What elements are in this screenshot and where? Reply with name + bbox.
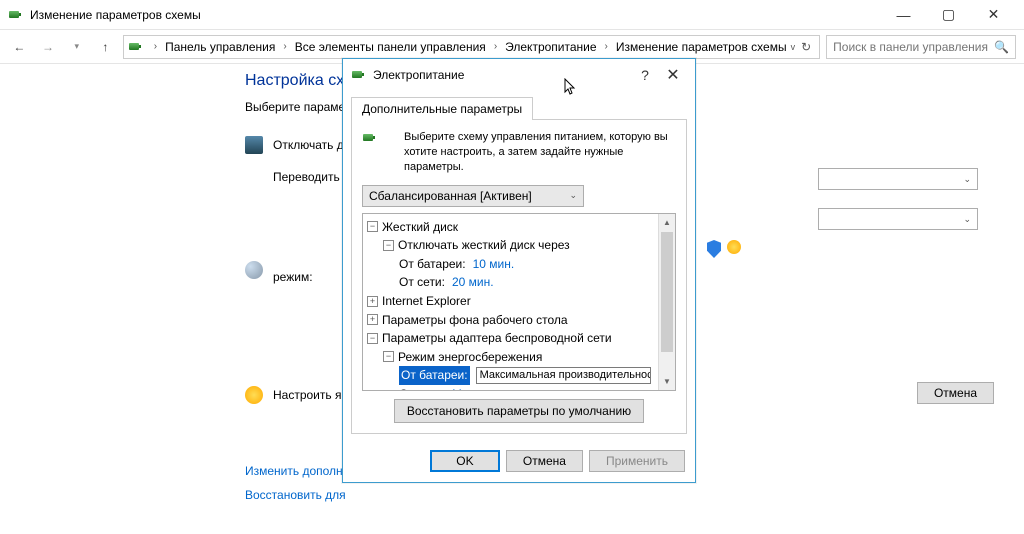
breadcrumb-icon: [128, 39, 144, 55]
search-box[interactable]: 🔍: [826, 35, 1016, 59]
power-mode-dropdown[interactable]: Максимальная производительнос⌄: [476, 367, 651, 384]
collapse-icon[interactable]: −: [383, 240, 394, 251]
nav-up-button[interactable]: ↑: [94, 35, 117, 59]
scheme-value: Сбалансированная [Активен]: [369, 189, 532, 203]
chevron-right-icon: ›: [490, 41, 501, 52]
tree-node[interactable]: Режим энергосбережения: [398, 348, 542, 367]
cancel-button[interactable]: Отмена: [917, 382, 994, 404]
scroll-up-icon[interactable]: ▲: [659, 214, 675, 231]
tree-node[interactable]: Internet Explorer: [382, 292, 471, 311]
dialog-description: Выберите схему управления питанием, кото…: [404, 130, 676, 175]
tree-leaf-value[interactable]: 20 мин.: [452, 273, 494, 292]
search-icon[interactable]: 🔍: [994, 40, 1009, 54]
nav-recent-button[interactable]: ▾: [65, 35, 88, 59]
breadcrumb-item[interactable]: Изменение параметров схемы: [614, 40, 789, 54]
scroll-down-icon[interactable]: ▼: [659, 373, 675, 390]
nav-back-button[interactable]: ←: [8, 35, 31, 59]
row-label: режим:: [273, 270, 348, 370]
dialog-icon: [351, 67, 367, 83]
collapse-icon[interactable]: −: [367, 221, 378, 232]
dialog-cancel-button[interactable]: Отмена: [506, 450, 583, 472]
refresh-icon[interactable]: ↻: [801, 40, 811, 54]
restore-defaults-button[interactable]: Восстановить параметры по умолчанию: [394, 399, 644, 423]
settings-tree[interactable]: −Жесткий диск −Отключать жесткий диск че…: [363, 214, 675, 391]
minimize-button[interactable]: —: [881, 0, 926, 30]
expand-icon[interactable]: +: [367, 296, 378, 307]
chevron-right-icon: ›: [279, 41, 290, 52]
chevron-right-icon: ›: [150, 41, 161, 52]
display-timeout-dropdown[interactable]: ⌄: [818, 168, 978, 190]
collapse-icon[interactable]: −: [383, 351, 394, 362]
brightness-icon: [245, 386, 263, 404]
scheme-dropdown[interactable]: Сбалансированная [Активен] ⌄: [362, 185, 584, 207]
nav-forward-button[interactable]: →: [37, 35, 60, 59]
expand-icon[interactable]: +: [367, 314, 378, 325]
tree-leaf-label: От батареи:: [399, 255, 466, 274]
restore-defaults-link[interactable]: Восстановить для: [245, 488, 1008, 502]
tree-leaf-label-selected[interactable]: От батареи:: [399, 366, 470, 385]
scroll-thumb[interactable]: [661, 232, 673, 352]
search-input[interactable]: [833, 40, 994, 54]
tree-scrollbar[interactable]: ▲ ▼: [658, 214, 675, 390]
app-icon: [8, 7, 24, 23]
breadcrumb[interactable]: › Панель управления › Все элементы панел…: [123, 35, 820, 59]
breadcrumb-item[interactable]: Панель управления: [163, 40, 277, 54]
tree-node[interactable]: Отключать жесткий диск через: [398, 236, 570, 255]
tab-advanced[interactable]: Дополнительные параметры: [351, 97, 533, 120]
display-icon: [245, 136, 263, 154]
tree-node[interactable]: Параметры фона рабочего стола: [382, 311, 568, 330]
row-label: Переводить к: [273, 170, 348, 270]
close-button[interactable]: ✕: [971, 0, 1016, 30]
dialog-close-button[interactable]: ✕: [659, 65, 687, 85]
collapse-icon[interactable]: −: [367, 333, 378, 344]
chevron-right-icon: ›: [601, 41, 612, 52]
dialog-title: Электропитание: [373, 68, 631, 82]
apply-button[interactable]: Применить: [589, 450, 685, 472]
chevron-down-icon[interactable]: v: [791, 42, 796, 52]
sleep-icon: [245, 261, 263, 279]
maximize-button[interactable]: ▢: [926, 0, 971, 30]
tree-leaf-label: От сети:: [399, 385, 445, 391]
chevron-down-icon: ⌄: [569, 190, 577, 201]
sun-icon: [727, 240, 741, 254]
sleep-timeout-dropdown[interactable]: ⌄: [818, 208, 978, 230]
shield-icon: [707, 240, 721, 258]
tree-leaf-value[interactable]: 10 мин.: [473, 255, 515, 274]
tree-node[interactable]: Параметры адаптера беспроводной сети: [382, 329, 612, 348]
power-options-dialog: Электропитание ? ✕ Дополнительные параме…: [342, 58, 696, 483]
dialog-hero-icon: [362, 130, 394, 162]
tree-node[interactable]: Жесткий диск: [382, 218, 458, 237]
tree-leaf-label: От сети:: [399, 273, 445, 292]
help-button[interactable]: ?: [631, 67, 659, 83]
breadcrumb-item[interactable]: Электропитание: [503, 40, 598, 54]
window-title: Изменение параметров схемы: [30, 8, 881, 22]
tree-leaf-value[interactable]: Максимальная производительность: [452, 385, 653, 391]
ok-button[interactable]: OK: [430, 450, 500, 472]
breadcrumb-item[interactable]: Все элементы панели управления: [293, 40, 488, 54]
